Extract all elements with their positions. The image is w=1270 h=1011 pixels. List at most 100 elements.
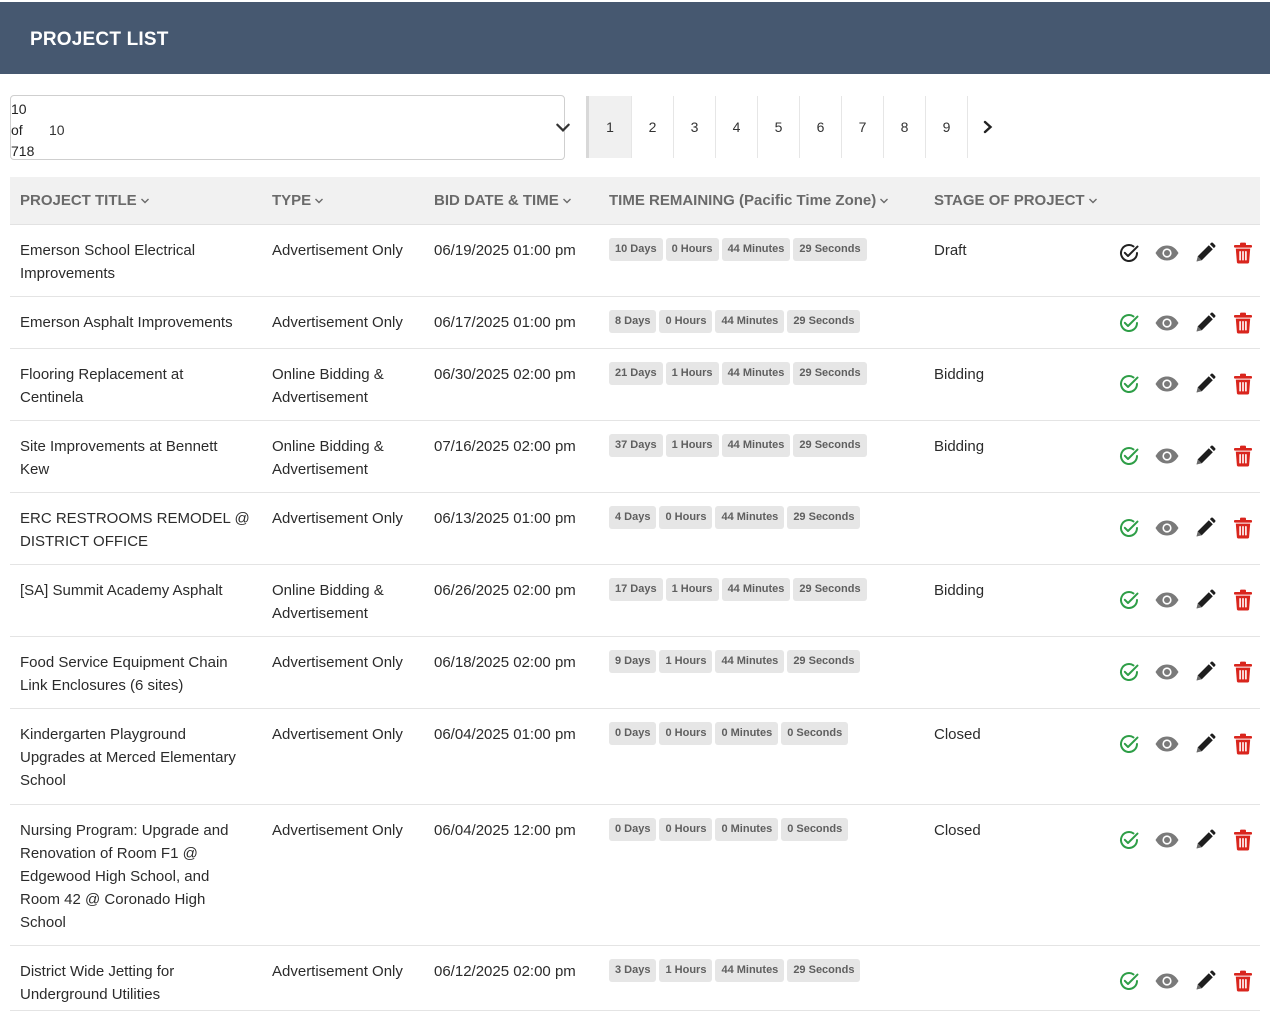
delete-button[interactable] [1224, 732, 1262, 756]
approve-button[interactable] [1110, 311, 1148, 335]
approve-button[interactable] [1110, 516, 1148, 540]
trash-icon [1233, 661, 1253, 683]
view-button[interactable] [1148, 732, 1186, 756]
trash-icon [1233, 970, 1253, 992]
eye-icon [1154, 663, 1180, 681]
time-badge: 44 Minutes [721, 238, 791, 261]
edit-button[interactable] [1186, 588, 1224, 612]
edit-button[interactable] [1186, 311, 1224, 335]
table-header: PROJECT TITLE TYPE BID DATE & TIME TIME … [10, 177, 1260, 225]
view-button[interactable] [1148, 311, 1186, 335]
project-title[interactable]: Nursing Program: Upgrade and Renovation … [20, 819, 250, 934]
project-title[interactable]: Flooring Replacement at Centinela [20, 363, 250, 409]
view-button[interactable] [1148, 372, 1186, 396]
page-link-8[interactable]: 8 [883, 96, 925, 158]
project-title[interactable]: [SA] Summit Academy Asphalt [20, 579, 250, 602]
edit-button[interactable] [1186, 660, 1224, 684]
project-stage: Bidding [934, 582, 985, 599]
view-button[interactable] [1148, 444, 1186, 468]
trash-icon [1233, 312, 1253, 334]
project-title[interactable]: Site Improvements at Bennett Kew [20, 435, 250, 481]
table-row: District Wide Jetting for Underground Ut… [10, 946, 1260, 1011]
delete-button[interactable] [1224, 444, 1262, 468]
column-type[interactable]: TYPE [272, 192, 324, 209]
edit-button[interactable] [1186, 732, 1224, 756]
eye-icon [1154, 831, 1180, 849]
column-bid-date[interactable]: BID DATE & TIME [434, 192, 572, 209]
view-button[interactable] [1148, 516, 1186, 540]
edit-button[interactable] [1186, 241, 1224, 265]
view-button[interactable] [1148, 241, 1186, 265]
next-page-button[interactable] [967, 96, 1008, 158]
column-time-remaining[interactable]: TIME REMAINING (Pacific Time Zone) [609, 192, 889, 209]
project-title[interactable]: Food Service Equipment Chain Link Enclos… [20, 651, 250, 697]
check-circle-icon [1118, 373, 1140, 395]
view-button[interactable] [1148, 828, 1186, 852]
edit-button[interactable] [1186, 516, 1224, 540]
column-stage[interactable]: STAGE OF PROJECT [934, 192, 1098, 209]
view-button[interactable] [1148, 969, 1186, 993]
page-link-2[interactable]: 2 [631, 96, 673, 158]
edit-button[interactable] [1186, 372, 1224, 396]
time-badge: 0 Hours [659, 310, 713, 333]
edit-button[interactable] [1186, 969, 1224, 993]
delete-button[interactable] [1224, 241, 1262, 265]
project-title[interactable]: Emerson School Electrical Improvements [20, 239, 250, 285]
page-link-9[interactable]: 9 [925, 96, 967, 158]
eye-icon [1154, 519, 1180, 537]
project-title[interactable]: District Wide Jetting for Underground Ut… [20, 960, 250, 1006]
chevron-down-icon [562, 198, 571, 204]
approve-button[interactable] [1110, 372, 1148, 396]
project-type: Online Bidding & Advertisement [272, 582, 384, 622]
delete-button[interactable] [1224, 969, 1262, 993]
page-link-4[interactable]: 4 [715, 96, 757, 158]
delete-button[interactable] [1224, 588, 1262, 612]
project-title[interactable]: Kindergarten Playground Upgrades at Merc… [20, 723, 250, 792]
delete-button[interactable] [1224, 372, 1262, 396]
table-row: Kindergarten Playground Upgrades at Merc… [10, 709, 1260, 805]
time-badge: 0 Hours [659, 722, 713, 745]
approve-button[interactable] [1110, 969, 1148, 993]
bid-date-time: 07/16/2025 02:00 pm [434, 438, 576, 455]
approve-button[interactable] [1110, 660, 1148, 684]
project-type: Advertisement Only [272, 314, 403, 331]
check-circle-icon [1118, 242, 1140, 264]
delete-button[interactable] [1224, 516, 1262, 540]
time-badge: 3 Days [609, 959, 657, 982]
delete-button[interactable] [1224, 311, 1262, 335]
page-link-3[interactable]: 3 [673, 96, 715, 158]
time-badge: 0 Days [609, 722, 657, 745]
pencil-icon [1194, 242, 1216, 264]
approve-button[interactable] [1110, 828, 1148, 852]
page-size-select[interactable]: 10 of 718 10 [10, 95, 570, 160]
approve-button[interactable] [1110, 241, 1148, 265]
time-remaining: 21 Days 1 Hours 44 Minutes 29 Seconds [609, 362, 870, 385]
time-badge: 17 Days [609, 578, 663, 601]
approve-button[interactable] [1110, 588, 1148, 612]
time-badge: 44 Minutes [715, 650, 785, 673]
list-controls: 10 of 718 10 123456789 [10, 95, 1260, 161]
project-title[interactable]: ERC RESTROOMS REMODEL @ DISTRICT OFFICE [20, 507, 250, 553]
eye-icon [1154, 314, 1180, 332]
bid-date-time: 06/04/2025 01:00 pm [434, 726, 576, 743]
delete-button[interactable] [1224, 660, 1262, 684]
time-remaining: 0 Days 0 Hours 0 Minutes 0 Seconds [609, 818, 851, 841]
view-button[interactable] [1148, 660, 1186, 684]
delete-button[interactable] [1224, 828, 1262, 852]
edit-button[interactable] [1186, 828, 1224, 852]
page-link-6[interactable]: 6 [799, 96, 841, 158]
approve-button[interactable] [1110, 444, 1148, 468]
chevron-down-icon [880, 198, 889, 204]
bid-date-time: 06/17/2025 01:00 pm [434, 314, 576, 331]
column-project-title[interactable]: PROJECT TITLE [20, 192, 150, 209]
check-circle-icon [1118, 970, 1140, 992]
page-link-5[interactable]: 5 [757, 96, 799, 158]
view-button[interactable] [1148, 588, 1186, 612]
edit-button[interactable] [1186, 444, 1224, 468]
page-link-1[interactable]: 1 [586, 96, 631, 158]
time-remaining: 4 Days 0 Hours 44 Minutes 29 Seconds [609, 506, 863, 529]
page-link-7[interactable]: 7 [841, 96, 883, 158]
approve-button[interactable] [1110, 732, 1148, 756]
project-stage: Bidding [934, 438, 985, 455]
project-title[interactable]: Emerson Asphalt Improvements [20, 311, 250, 334]
